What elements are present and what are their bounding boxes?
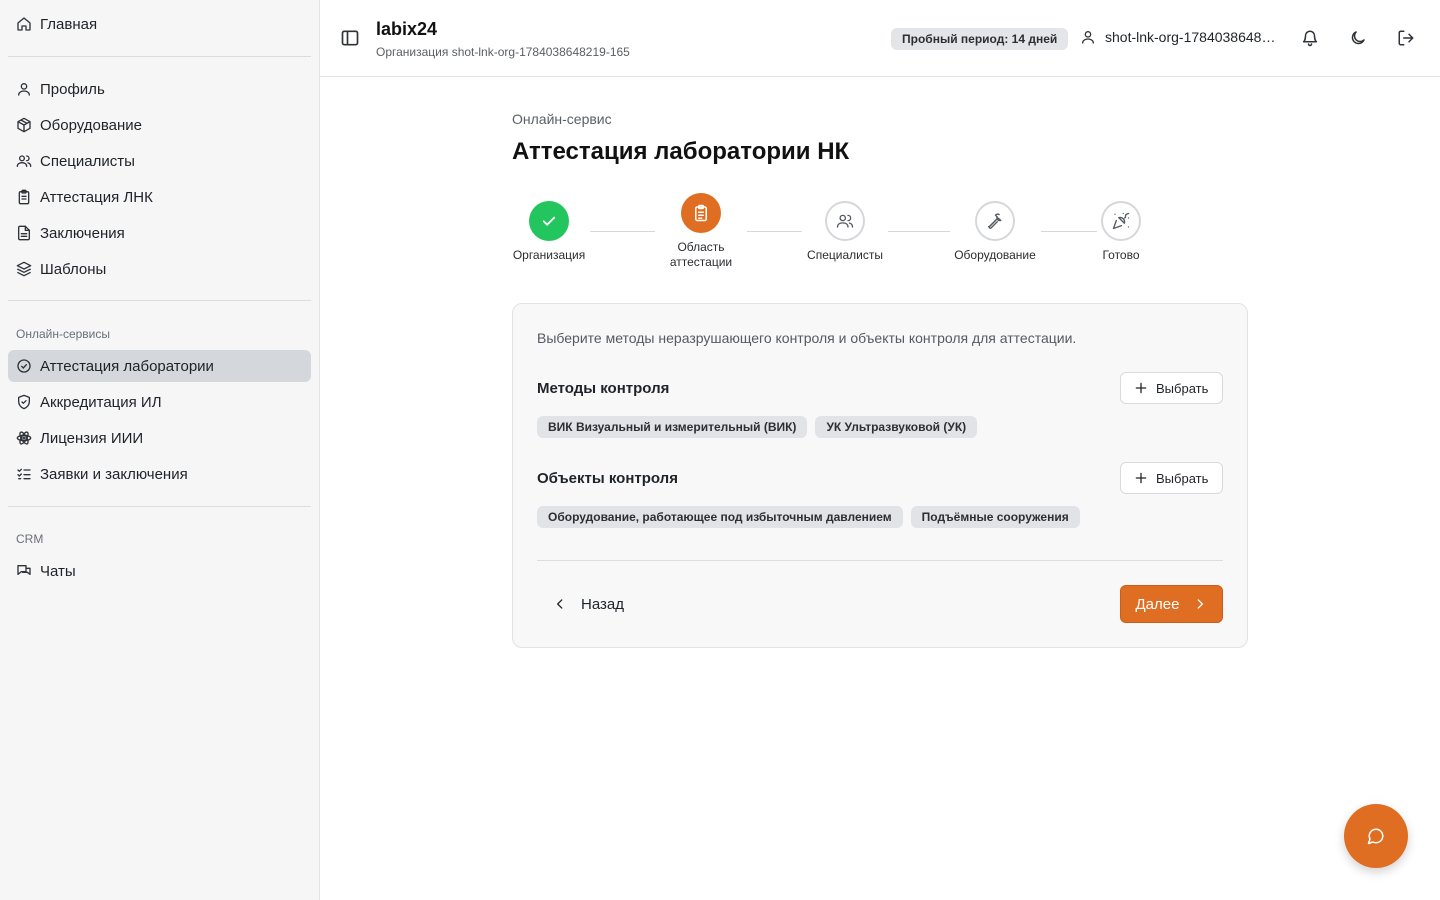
attestation-scope-card: Выберите методы неразрушающего контроля … bbox=[512, 303, 1248, 648]
method-chip: ВИК Визуальный и измерительный (ВИК) bbox=[537, 416, 808, 438]
step-equipment-circle[interactable] bbox=[975, 201, 1015, 241]
chevron-right-icon bbox=[1198, 599, 1204, 609]
user-name: shot-lnk-org-1784038648219-165 bbox=[1105, 29, 1280, 45]
sidebar-item-lnk[interactable]: Аттестация ЛНК bbox=[8, 181, 311, 213]
back-button[interactable]: Назад bbox=[553, 590, 624, 618]
wrench-icon bbox=[987, 213, 1002, 229]
list-checks-icon bbox=[17, 468, 31, 480]
button-label: Выбрать bbox=[1156, 380, 1209, 396]
sidebar-toggle-icon[interactable] bbox=[340, 28, 360, 48]
sidebar-item-label: Аттестация ЛНК bbox=[40, 188, 153, 206]
sidebar-item-license[interactable]: Лицензия ИИИ bbox=[8, 422, 311, 454]
sidebar-divider bbox=[8, 506, 311, 507]
user-icon bbox=[18, 83, 30, 96]
objects-section-title: Объекты контроля bbox=[537, 470, 678, 487]
shield-check-icon bbox=[18, 394, 30, 410]
brand-title: labix24 bbox=[376, 19, 438, 39]
sidebar-item-label: Заявки и заключения bbox=[40, 465, 188, 483]
home-icon bbox=[17, 17, 31, 31]
top-header: labix24 Организация shot-lnk-org-1784038… bbox=[320, 0, 1440, 77]
sidebar-item-label: Шаблоны bbox=[40, 260, 107, 278]
object-chip: Оборудование, работающее под избыточным … bbox=[537, 506, 903, 528]
sidebar-item-label: Оборудование bbox=[40, 116, 143, 134]
step-connector bbox=[590, 231, 655, 232]
card-divider bbox=[537, 560, 1223, 561]
card-intro-text: Выберите методы неразрушающего контроля … bbox=[537, 330, 1077, 346]
plus-icon bbox=[1135, 472, 1147, 484]
users-icon bbox=[16, 155, 32, 167]
check-circle-icon bbox=[17, 359, 31, 373]
sidebar-item-equipment[interactable]: Оборудование bbox=[8, 109, 311, 141]
step-connector bbox=[888, 231, 950, 232]
sidebar-group-crm: CRM bbox=[16, 532, 44, 546]
sidebar-divider bbox=[8, 300, 311, 301]
sidebar-item-label: Заключения bbox=[40, 224, 125, 242]
sidebar-item-label: Профиль bbox=[40, 80, 105, 98]
sidebar-item-accreditation[interactable]: Аккредитация ИЛ bbox=[8, 386, 311, 418]
select-methods-button[interactable]: Выбрать bbox=[1120, 372, 1223, 404]
bell-icon[interactable] bbox=[1301, 29, 1319, 47]
sidebar-item-label: Специалисты bbox=[40, 152, 135, 170]
next-button-label: Далее bbox=[1135, 595, 1180, 613]
clipboard-list-icon bbox=[695, 204, 707, 222]
step-connector bbox=[747, 231, 802, 232]
user-menu[interactable]: shot-lnk-org-1784038648219-165 bbox=[1080, 29, 1280, 45]
chevron-left-icon bbox=[557, 599, 563, 609]
trial-badge: Пробный период: 14 дней bbox=[891, 28, 1069, 50]
sidebar-item-label: Главная bbox=[40, 15, 98, 33]
objects-chips: Оборудование, работающее под избыточным … bbox=[537, 506, 1080, 528]
chat-bubble-icon bbox=[1367, 828, 1384, 845]
step-specialists-circle[interactable] bbox=[825, 201, 865, 241]
messages-icon bbox=[17, 565, 31, 575]
methods-chips: ВИК Визуальный и измерительный (ВИК) УК … bbox=[537, 416, 978, 438]
step-connector bbox=[1041, 231, 1097, 232]
methods-section-title: Методы контроля bbox=[537, 380, 670, 397]
user-icon bbox=[1082, 31, 1094, 44]
sidebar-item-specialists[interactable]: Специалисты bbox=[8, 145, 311, 177]
sidebar-group-online: Онлайн-сервисы bbox=[16, 327, 111, 341]
step-scope-circle[interactable] bbox=[681, 193, 721, 233]
step-done-circle[interactable] bbox=[1101, 201, 1141, 241]
sidebar-item-profile[interactable]: Профиль bbox=[8, 73, 311, 105]
clipboard-icon bbox=[18, 189, 30, 205]
step-label: Организация bbox=[512, 248, 586, 262]
sidebar-divider bbox=[8, 56, 311, 57]
next-button[interactable]: Далее bbox=[1120, 585, 1223, 623]
sidebar-item-label: Аккредитация ИЛ bbox=[40, 393, 162, 411]
object-chip: Подъёмные сооружения bbox=[910, 506, 1080, 528]
layers-icon bbox=[16, 261, 32, 277]
atom-icon bbox=[16, 431, 32, 445]
step-label: Оборудование bbox=[954, 248, 1036, 262]
moon-icon[interactable] bbox=[1349, 29, 1367, 47]
select-objects-button[interactable]: Выбрать bbox=[1120, 462, 1223, 494]
button-label: Выбрать bbox=[1156, 470, 1209, 486]
box-icon bbox=[17, 117, 31, 133]
step-label: Готово bbox=[1102, 248, 1140, 262]
breadcrumb[interactable]: Онлайн-сервис bbox=[512, 111, 612, 127]
file-text-icon bbox=[18, 225, 30, 241]
sidebar-item-home[interactable]: Главная bbox=[8, 8, 311, 40]
method-chip: УК Ультразвуковой (УК) bbox=[815, 416, 978, 438]
party-popper-icon bbox=[1112, 212, 1130, 230]
users-icon bbox=[836, 214, 854, 228]
logout-icon[interactable] bbox=[1397, 29, 1415, 47]
sidebar: Главная Профиль Оборудование Специалисты… bbox=[0, 0, 320, 900]
check-icon bbox=[542, 216, 556, 226]
back-button-label: Назад bbox=[581, 595, 624, 613]
sidebar-item-conclusions[interactable]: Заключения bbox=[8, 217, 311, 249]
organization-subtitle: Организация shot-lnk-org-1784038648219-1… bbox=[376, 45, 630, 59]
sidebar-item-lab-attestation[interactable]: Аттестация лаборатории bbox=[8, 350, 311, 382]
plus-icon bbox=[1135, 382, 1147, 394]
sidebar-item-chats[interactable]: Чаты bbox=[8, 555, 311, 587]
step-label: Специалисты bbox=[807, 248, 883, 262]
sidebar-item-label: Аттестация лаборатории bbox=[40, 357, 214, 375]
sidebar-item-label: Лицензия ИИИ bbox=[40, 429, 144, 447]
sidebar-item-requests[interactable]: Заявки и заключения bbox=[8, 458, 311, 490]
step-label: Область аттестации bbox=[669, 240, 733, 269]
chat-fab-button[interactable] bbox=[1344, 804, 1408, 868]
sidebar-item-templates[interactable]: Шаблоны bbox=[8, 253, 311, 285]
sidebar-item-label: Чаты bbox=[40, 562, 76, 580]
step-organization-circle[interactable] bbox=[529, 201, 569, 241]
page-title: Аттестация лаборатории НК bbox=[512, 138, 850, 165]
